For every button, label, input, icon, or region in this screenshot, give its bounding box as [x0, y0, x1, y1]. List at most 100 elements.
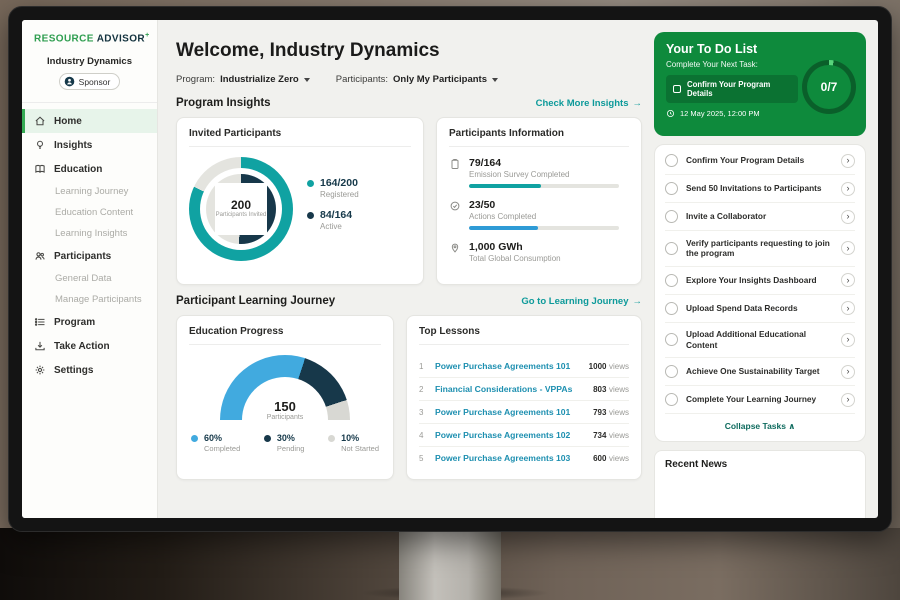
- clock-icon: [666, 109, 675, 118]
- task-checkbox[interactable]: [665, 302, 678, 315]
- task-row[interactable]: Upload Additional Educational Content ›: [665, 323, 855, 359]
- task-checkbox[interactable]: [665, 242, 678, 255]
- check-more-insights-link[interactable]: Check More Insights →: [536, 98, 642, 109]
- task-chevron-button[interactable]: ›: [841, 301, 855, 315]
- lesson-link[interactable]: Power Purchase Agreements 102: [435, 430, 585, 440]
- divider: [22, 102, 157, 103]
- task-chevron-button[interactable]: ›: [841, 182, 855, 196]
- sidebar-item-label: Settings: [54, 365, 93, 376]
- program-dropdown[interactable]: Program: Industrialize Zero: [176, 74, 310, 85]
- center-column: Welcome, Industry Dynamics Program: Indu…: [176, 32, 642, 518]
- lesson-row: 5 Power Purchase Agreements 103 600 view…: [419, 447, 629, 469]
- chevron-right-icon: ›: [847, 156, 850, 165]
- sidebar-item-insights[interactable]: Insights: [22, 133, 157, 157]
- task-checkbox[interactable]: [665, 274, 678, 287]
- stat-progress-fill: [469, 226, 538, 230]
- list-icon: [34, 316, 46, 328]
- lesson-link[interactable]: Power Purchase Agreements 101: [435, 407, 585, 417]
- sidebar-item-general-data[interactable]: General Data: [22, 268, 157, 289]
- task-row[interactable]: Verify participants requesting to join t…: [665, 231, 855, 267]
- home-icon: [34, 115, 46, 127]
- program-label: Program:: [176, 74, 215, 85]
- clipboard-icon: [449, 158, 461, 170]
- monitor-stand: [399, 528, 501, 600]
- sidebar-item-take-action[interactable]: Take Action: [22, 334, 157, 358]
- chevron-right-icon: ›: [847, 276, 850, 285]
- task-chevron-button[interactable]: ›: [841, 273, 855, 287]
- task-row[interactable]: Confirm Your Program Details ›: [665, 147, 855, 175]
- task-row[interactable]: Invite a Collaborator ›: [665, 203, 855, 231]
- book-icon: [34, 163, 46, 175]
- sidebar-item-program[interactable]: Program: [22, 310, 157, 334]
- task-chevron-button[interactable]: ›: [841, 365, 855, 379]
- task-checkbox[interactable]: [665, 365, 678, 378]
- task-chevron-button[interactable]: ›: [841, 241, 855, 255]
- task-checkbox[interactable]: [665, 333, 678, 346]
- task-row[interactable]: Upload Spend Data Records ›: [665, 295, 855, 323]
- sidebar-item-education[interactable]: Education: [22, 157, 157, 181]
- task-checkbox[interactable]: [665, 210, 678, 223]
- sidebar-item-learning-journey[interactable]: Learning Journey: [22, 181, 157, 202]
- participants-label: Participants:: [336, 74, 388, 85]
- task-chevron-button[interactable]: ›: [841, 333, 855, 347]
- chevron-right-icon: ›: [847, 212, 850, 221]
- sidebar-item-label: Education: [54, 164, 102, 175]
- program-value: Industrialize Zero: [220, 74, 299, 85]
- sidebar-item-manage-participants[interactable]: Manage Participants: [22, 289, 157, 310]
- sidebar-item-home[interactable]: Home: [22, 109, 157, 133]
- legend-dot: [307, 180, 314, 187]
- participants-dropdown[interactable]: Participants: Only My Participants: [336, 74, 498, 85]
- task-checkbox[interactable]: [665, 182, 678, 195]
- checkbox-icon[interactable]: [673, 85, 681, 93]
- main-area: Welcome, Industry Dynamics Program: Indu…: [158, 20, 878, 518]
- todo-progress-value: 0/7: [807, 65, 851, 109]
- stat-emission-survey: 79/164 Emission Survey Completed: [449, 157, 629, 188]
- screen: RESOURCE ADVISOR+ Industry Dynamics Spon…: [22, 20, 878, 518]
- invited-participants-card: Invited Participants 200 Participants In…: [176, 117, 424, 285]
- sidebar-item-participants[interactable]: Participants: [22, 244, 157, 268]
- education-gauge-wrap: 150 Participants: [220, 355, 350, 421]
- person-icon: [64, 76, 75, 87]
- task-chevron-button[interactable]: ›: [841, 393, 855, 407]
- todo-summary-card: Your To Do List Complete Your Next Task:…: [654, 32, 866, 136]
- learning-journey-title: Participant Learning Journey: [176, 295, 335, 307]
- org-name: Industry Dynamics: [22, 56, 157, 67]
- lesson-row: 2 Financial Considerations - VPPAs 803 v…: [419, 378, 629, 401]
- task-row[interactable]: Achieve One Sustainability Target ›: [665, 358, 855, 386]
- sponsor-badge: Sponsor: [59, 73, 121, 90]
- go-to-learning-journey-link[interactable]: Go to Learning Journey →: [521, 296, 642, 307]
- task-row[interactable]: Explore Your Insights Dashboard ›: [665, 267, 855, 295]
- lesson-row: 4 Power Purchase Agreements 102 734 view…: [419, 424, 629, 447]
- lightbulb-icon: [34, 139, 46, 151]
- lesson-link[interactable]: Financial Considerations - VPPAs: [435, 384, 585, 394]
- sidebar-item-education-content[interactable]: Education Content: [22, 202, 157, 223]
- invited-donut-center: 200 Participants Invited: [215, 183, 267, 235]
- task-chevron-button[interactable]: ›: [841, 154, 855, 168]
- stat-progress-track: [469, 226, 619, 230]
- app-logo: RESOURCE ADVISOR+: [22, 32, 157, 44]
- chevron-right-icon: ›: [847, 244, 850, 253]
- top-lessons-card: Top Lessons 1 Power Purchase Agreements …: [406, 315, 642, 480]
- task-row[interactable]: Send 50 Invitations to Participants ›: [665, 175, 855, 203]
- next-task-button[interactable]: Confirm Your Program Details: [666, 75, 798, 103]
- lesson-link[interactable]: Power Purchase Agreements 103: [435, 453, 585, 463]
- task-chevron-button[interactable]: ›: [841, 210, 855, 224]
- education-progress-card: Education Progress 150 Participants 60% …: [176, 315, 394, 480]
- legend-active: 84/164 Active: [307, 209, 359, 231]
- legend-dot: [328, 435, 335, 442]
- invited-donut-gap: 200 Participants Invited: [200, 168, 282, 250]
- sidebar-item-learning-insights[interactable]: Learning Insights: [22, 223, 157, 244]
- task-row[interactable]: Complete Your Learning Journey ›: [665, 386, 855, 414]
- card-title: Top Lessons: [419, 326, 629, 345]
- todo-progress-ring: 0/7: [802, 60, 856, 114]
- recent-news-title: Recent News: [665, 459, 727, 470]
- task-checkbox[interactable]: [665, 393, 678, 406]
- participants-information-card: Participants Information 79/164 Emission…: [436, 117, 642, 285]
- lesson-link[interactable]: Power Purchase Agreements 101: [435, 361, 581, 371]
- collapse-tasks-link[interactable]: Collapse Tasks ∧: [665, 414, 855, 435]
- lesson-row: 1 Power Purchase Agreements 101 1000 vie…: [419, 355, 629, 378]
- program-insights-title: Program Insights: [176, 97, 271, 109]
- task-checkbox[interactable]: [665, 154, 678, 167]
- sidebar-item-settings[interactable]: Settings: [22, 358, 157, 382]
- chevron-down-icon: [492, 78, 498, 82]
